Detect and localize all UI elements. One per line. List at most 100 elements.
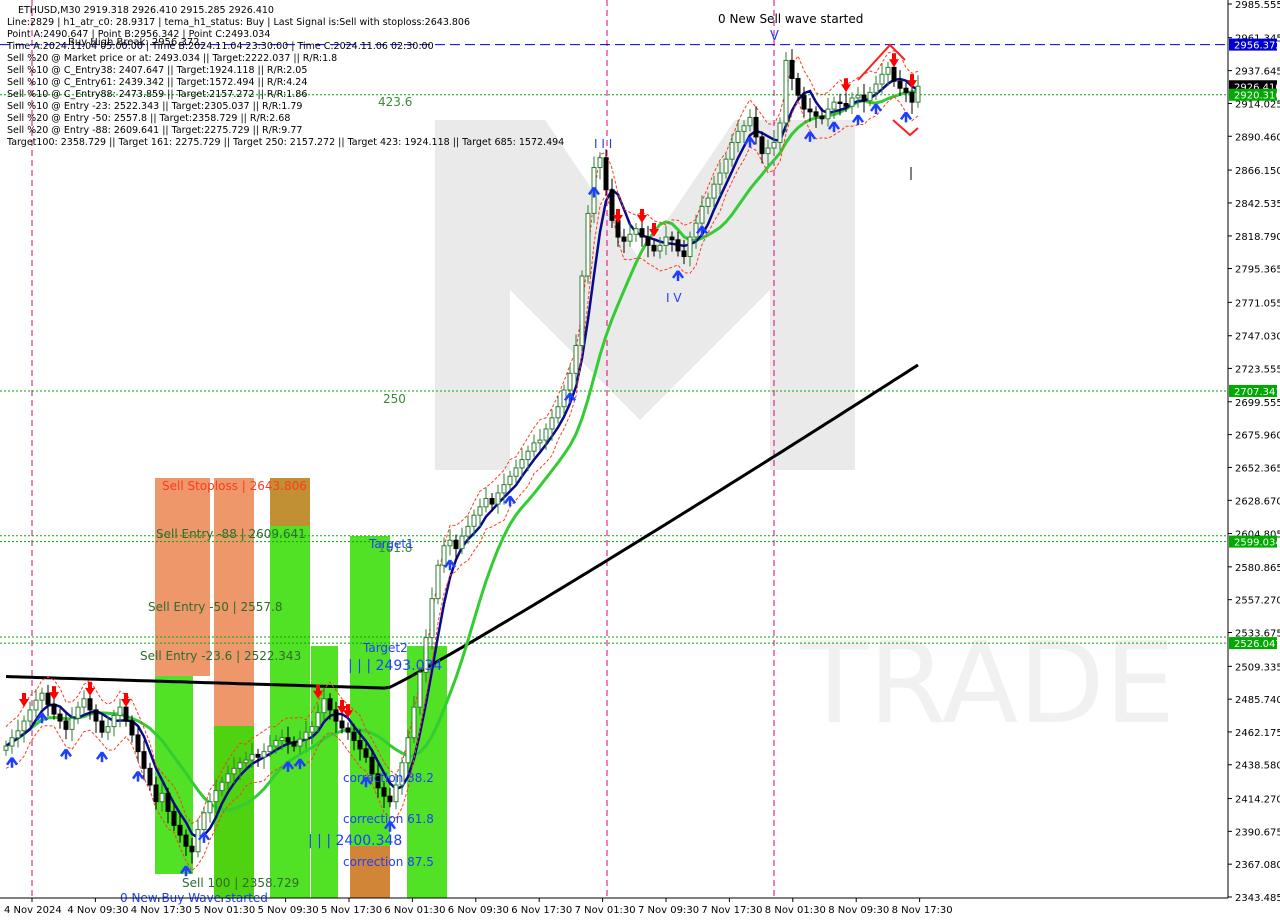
candle-body [729, 141, 735, 160]
candle-body [885, 66, 891, 75]
price-tick-label: 2485.740 [1235, 695, 1280, 706]
price-tick-label: 2628.670 [1235, 496, 1280, 507]
candle-body [891, 66, 897, 82]
candle-body [213, 790, 219, 803]
info-line: Sell %10 @ C_Entry38: 2407.647 || Target… [7, 65, 307, 76]
candle-body [477, 506, 483, 516]
price-tick-label: 2390.675 [1235, 827, 1280, 838]
candle-body [39, 692, 45, 701]
candle-body [699, 205, 705, 224]
candle-body [255, 753, 261, 758]
candle-body [681, 250, 687, 258]
candle-body [87, 698, 93, 711]
candle-body [693, 222, 699, 238]
candle-body [723, 158, 729, 174]
time-tick-label: 8 Nov 01:30 [765, 905, 826, 916]
candle-body [813, 111, 819, 117]
candle-body [237, 762, 243, 769]
time-tick-label: 6 Nov 17:30 [511, 905, 572, 916]
candle-body [759, 136, 765, 155]
time-tick-label: 6 Nov 01:30 [384, 905, 445, 916]
candle-body [627, 233, 633, 242]
info-line: Sell %20 @ Entry -50: 2557.8 || Target:2… [7, 113, 290, 124]
sell-100-label: Sell 100 | 2358.729 [182, 876, 299, 890]
buy-high-break-label: Buy High Break: 2956.372 [68, 37, 200, 48]
candle-body [21, 720, 27, 732]
candle-body [309, 726, 315, 733]
candle-body [3, 745, 9, 751]
candle-body [465, 525, 471, 537]
price-tag-label: 2526.047 [1234, 639, 1280, 650]
watermark-text: TRADE [799, 619, 1175, 749]
candle-body [501, 484, 507, 494]
zone-green-3 [270, 478, 310, 898]
candle-body [777, 122, 783, 143]
candle-body [633, 228, 639, 235]
candle-body [735, 130, 741, 143]
candle-body [81, 698, 87, 708]
wave-iii-label: I I I [594, 137, 612, 151]
candle-body [543, 428, 549, 441]
candle-body [315, 712, 321, 728]
candle-body [831, 101, 837, 110]
candle-body [219, 781, 225, 792]
price-tick-label: 2937.645 [1235, 67, 1280, 78]
candle-body [585, 212, 591, 277]
time-tick-label: 5 Nov 09:30 [258, 905, 319, 916]
candle-body [249, 753, 255, 761]
price-tick-label: 2842.535 [1235, 199, 1280, 210]
candle-body [525, 450, 531, 461]
candle-body [555, 406, 561, 419]
candle-body [801, 94, 807, 110]
price-tick-label: 2367.080 [1235, 860, 1280, 871]
wave-iv-label: I V [666, 291, 682, 305]
price-tick-label: 2343.485 [1235, 893, 1280, 904]
candle-body [33, 699, 39, 711]
candle-body [603, 157, 609, 191]
candle-body [303, 731, 309, 740]
candle-body [663, 236, 669, 246]
price-tick-label: 2985.555 [1235, 0, 1280, 11]
candle-body [189, 845, 195, 853]
time-tick-label: 7 Nov 09:30 [638, 905, 699, 916]
candle-body [405, 737, 411, 764]
candle-body [897, 80, 903, 89]
candle-body [783, 59, 789, 124]
candle-body [669, 236, 675, 241]
candle-body [117, 706, 123, 716]
candle-body [351, 731, 357, 742]
candle-body [99, 720, 105, 733]
sell-entry-50-label: Sell Entry -50 | 2557.8 [148, 600, 282, 614]
candle-body [717, 172, 723, 185]
candle-body [429, 598, 435, 639]
price-tick-label: 2652.365 [1235, 463, 1280, 474]
point-c-label: | | | 2493.034 [348, 658, 442, 674]
candle-body [225, 773, 231, 783]
candle-body [171, 810, 177, 826]
candle-body [567, 372, 573, 391]
candle-body [393, 784, 399, 803]
time-tick-label: 5 Nov 17:30 [321, 905, 382, 916]
candle-body [687, 236, 693, 258]
candle-body [471, 514, 477, 527]
candle-body [57, 713, 63, 722]
candle-body [513, 467, 519, 477]
candle-body [177, 824, 183, 836]
candle-body [489, 498, 495, 505]
price-tick-label: 2866.150 [1235, 166, 1280, 177]
candle-body [297, 738, 303, 747]
candle-body [879, 73, 885, 85]
price-tick-label: 2462.175 [1235, 728, 1280, 739]
candle-body [9, 737, 15, 747]
candle-body [765, 147, 771, 155]
candle-body [63, 720, 69, 730]
candle-body [357, 740, 363, 750]
candle-body [453, 539, 459, 550]
candle-body [507, 475, 513, 486]
candle-body [327, 698, 333, 711]
candle-body [903, 87, 909, 93]
time-tick-label: 4 Nov 09:30 [67, 905, 128, 916]
time-tick-label: 7 Nov 17:30 [701, 905, 762, 916]
candle-body [333, 709, 339, 722]
candle-body [753, 116, 759, 138]
